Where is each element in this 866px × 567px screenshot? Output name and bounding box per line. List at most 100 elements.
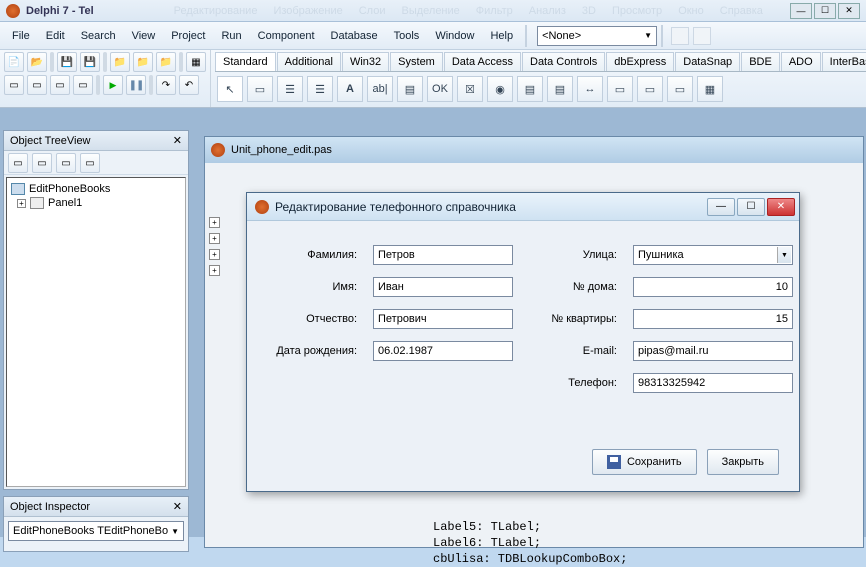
- radiobutton-icon[interactable]: ◉: [487, 76, 513, 102]
- surname-field[interactable]: Петров: [373, 245, 513, 265]
- open-button[interactable]: 📂: [27, 52, 47, 72]
- dialog-close-button[interactable]: ✕: [767, 198, 795, 216]
- edit-icon[interactable]: ab|: [367, 76, 393, 102]
- menu-database[interactable]: Database: [323, 26, 386, 46]
- pause-button[interactable]: ❚❚: [126, 75, 146, 95]
- fold-icon[interactable]: +: [209, 233, 220, 244]
- radiogroup-icon[interactable]: ▭: [637, 76, 663, 102]
- patronymic-field[interactable]: Петрович: [373, 309, 513, 329]
- memo-icon[interactable]: ▤: [397, 76, 423, 102]
- tab-datacontrols[interactable]: Data Controls: [522, 52, 605, 71]
- dialog-titlebar[interactable]: Редактирование телефонного справочника —…: [247, 193, 799, 221]
- minimize-button[interactable]: —: [790, 3, 812, 19]
- fold-icon[interactable]: +: [209, 249, 220, 260]
- tab-datasnap[interactable]: DataSnap: [675, 52, 740, 71]
- trace-button[interactable]: ↷: [156, 75, 176, 95]
- name-field[interactable]: Иван: [373, 277, 513, 297]
- actionlist-icon[interactable]: ▦: [697, 76, 723, 102]
- tab-standard[interactable]: Standard: [215, 52, 276, 71]
- menu-run[interactable]: Run: [213, 26, 249, 46]
- close-button[interactable]: ✕: [838, 3, 860, 19]
- combobox-icon[interactable]: ▤: [547, 76, 573, 102]
- close-button[interactable]: Закрыть: [707, 449, 779, 475]
- treeview-body[interactable]: EditPhoneBooks + Panel1: [6, 177, 186, 487]
- toggle-button[interactable]: ▭: [50, 75, 70, 95]
- expand-icon[interactable]: +: [17, 199, 26, 208]
- tab-bde[interactable]: BDE: [741, 52, 780, 71]
- listbox-icon[interactable]: ▤: [517, 76, 543, 102]
- tab-additional[interactable]: Additional: [277, 52, 341, 71]
- dialog-minimize-button[interactable]: —: [707, 198, 735, 216]
- tab-ado[interactable]: ADO: [781, 52, 821, 71]
- treeview-close-icon[interactable]: ✕: [173, 134, 182, 147]
- tree-node-root[interactable]: EditPhoneBooks: [11, 182, 181, 196]
- fold-icon[interactable]: +: [209, 217, 220, 228]
- view-unit-button[interactable]: ▭: [27, 75, 47, 95]
- step-button[interactable]: ↶: [179, 75, 199, 95]
- open-project-button[interactable]: 📁: [110, 52, 130, 72]
- misc-button[interactable]: ▦: [186, 52, 206, 72]
- tab-dataaccess[interactable]: Data Access: [444, 52, 521, 71]
- code-area[interactable]: Label5: TLabel; Label6: TLabel; cbUlisa:…: [433, 519, 627, 567]
- apt-field[interactable]: 15: [633, 309, 793, 329]
- arrow-tool-icon[interactable]: ↖: [217, 76, 243, 102]
- menu-project[interactable]: Project: [163, 26, 213, 46]
- tree-tool-4[interactable]: ▭: [80, 153, 100, 173]
- menu-window[interactable]: Window: [427, 26, 482, 46]
- tree-tool-2[interactable]: ▭: [32, 153, 52, 173]
- fold-icon[interactable]: +: [209, 265, 220, 276]
- inspector-combo[interactable]: EditPhoneBooks TEditPhoneBo ▼: [8, 521, 184, 541]
- menu-help[interactable]: Help: [482, 26, 521, 46]
- save-icon: [607, 455, 621, 469]
- tree-tool-3[interactable]: ▭: [56, 153, 76, 173]
- tree-node-panel[interactable]: + Panel1: [11, 196, 181, 210]
- street-combo[interactable]: Пушника▼: [633, 245, 793, 265]
- editor-titlebar[interactable]: Unit_phone_edit.pas: [205, 137, 863, 163]
- house-field[interactable]: 10: [633, 277, 793, 297]
- save-button[interactable]: 💾: [57, 52, 77, 72]
- inspector-close-icon[interactable]: ✕: [173, 500, 182, 513]
- label-icon[interactable]: A: [337, 76, 363, 102]
- palette-tabs: Standard Additional Win32 System Data Ac…: [215, 52, 866, 72]
- maximize-button[interactable]: ☐: [814, 3, 836, 19]
- view-form-button[interactable]: ▭: [4, 75, 24, 95]
- divider-bar4: [96, 75, 100, 95]
- frames-icon[interactable]: ▭: [247, 76, 273, 102]
- label-birthdate: Дата рождения:: [267, 345, 357, 357]
- popupmenu-icon[interactable]: ☰: [307, 76, 333, 102]
- tab-dbexpress[interactable]: dbExpress: [606, 52, 674, 71]
- run-button[interactable]: ▶: [103, 75, 123, 95]
- label-email: E-mail:: [529, 345, 617, 357]
- dialog-maximize-button[interactable]: ☐: [737, 198, 765, 216]
- birthdate-field[interactable]: 06.02.1987: [373, 341, 513, 361]
- toolbar-icon-b[interactable]: [693, 27, 711, 45]
- saveall-button[interactable]: 💾: [80, 52, 100, 72]
- tab-win32[interactable]: Win32: [342, 52, 389, 71]
- phone-field[interactable]: 98313325942: [633, 373, 793, 393]
- panel-icon: [30, 197, 44, 209]
- panel-icon[interactable]: ▭: [667, 76, 693, 102]
- add-file-button[interactable]: 📁: [133, 52, 153, 72]
- project-combo[interactable]: <None> ▼: [537, 26, 657, 46]
- checkbox-icon[interactable]: ☒: [457, 76, 483, 102]
- remove-file-button[interactable]: 📁: [156, 52, 176, 72]
- email-field[interactable]: pipas@mail.ru: [633, 341, 793, 361]
- menu-search[interactable]: Search: [73, 26, 124, 46]
- menu-view[interactable]: View: [124, 26, 164, 46]
- groupbox-icon[interactable]: ▭: [607, 76, 633, 102]
- menu-edit[interactable]: Edit: [38, 26, 73, 46]
- tree-tool-1[interactable]: ▭: [8, 153, 28, 173]
- object-treeview-panel: Object TreeView ✕ ▭ ▭ ▭ ▭ EditPhoneBooks…: [3, 130, 189, 490]
- new-button[interactable]: 📄: [4, 52, 24, 72]
- mainmenu-icon[interactable]: ☰: [277, 76, 303, 102]
- toolbar-icon-a[interactable]: [671, 27, 689, 45]
- tab-system[interactable]: System: [390, 52, 443, 71]
- menu-component[interactable]: Component: [250, 26, 323, 46]
- save-button[interactable]: Сохранить: [592, 449, 697, 475]
- tab-interbase[interactable]: InterBase: [822, 52, 866, 71]
- scrollbar-icon[interactable]: ↔: [577, 76, 603, 102]
- button-icon[interactable]: OK: [427, 76, 453, 102]
- new-form-button[interactable]: ▭: [73, 75, 93, 95]
- menu-file[interactable]: File: [4, 26, 38, 46]
- menu-tools[interactable]: Tools: [386, 26, 428, 46]
